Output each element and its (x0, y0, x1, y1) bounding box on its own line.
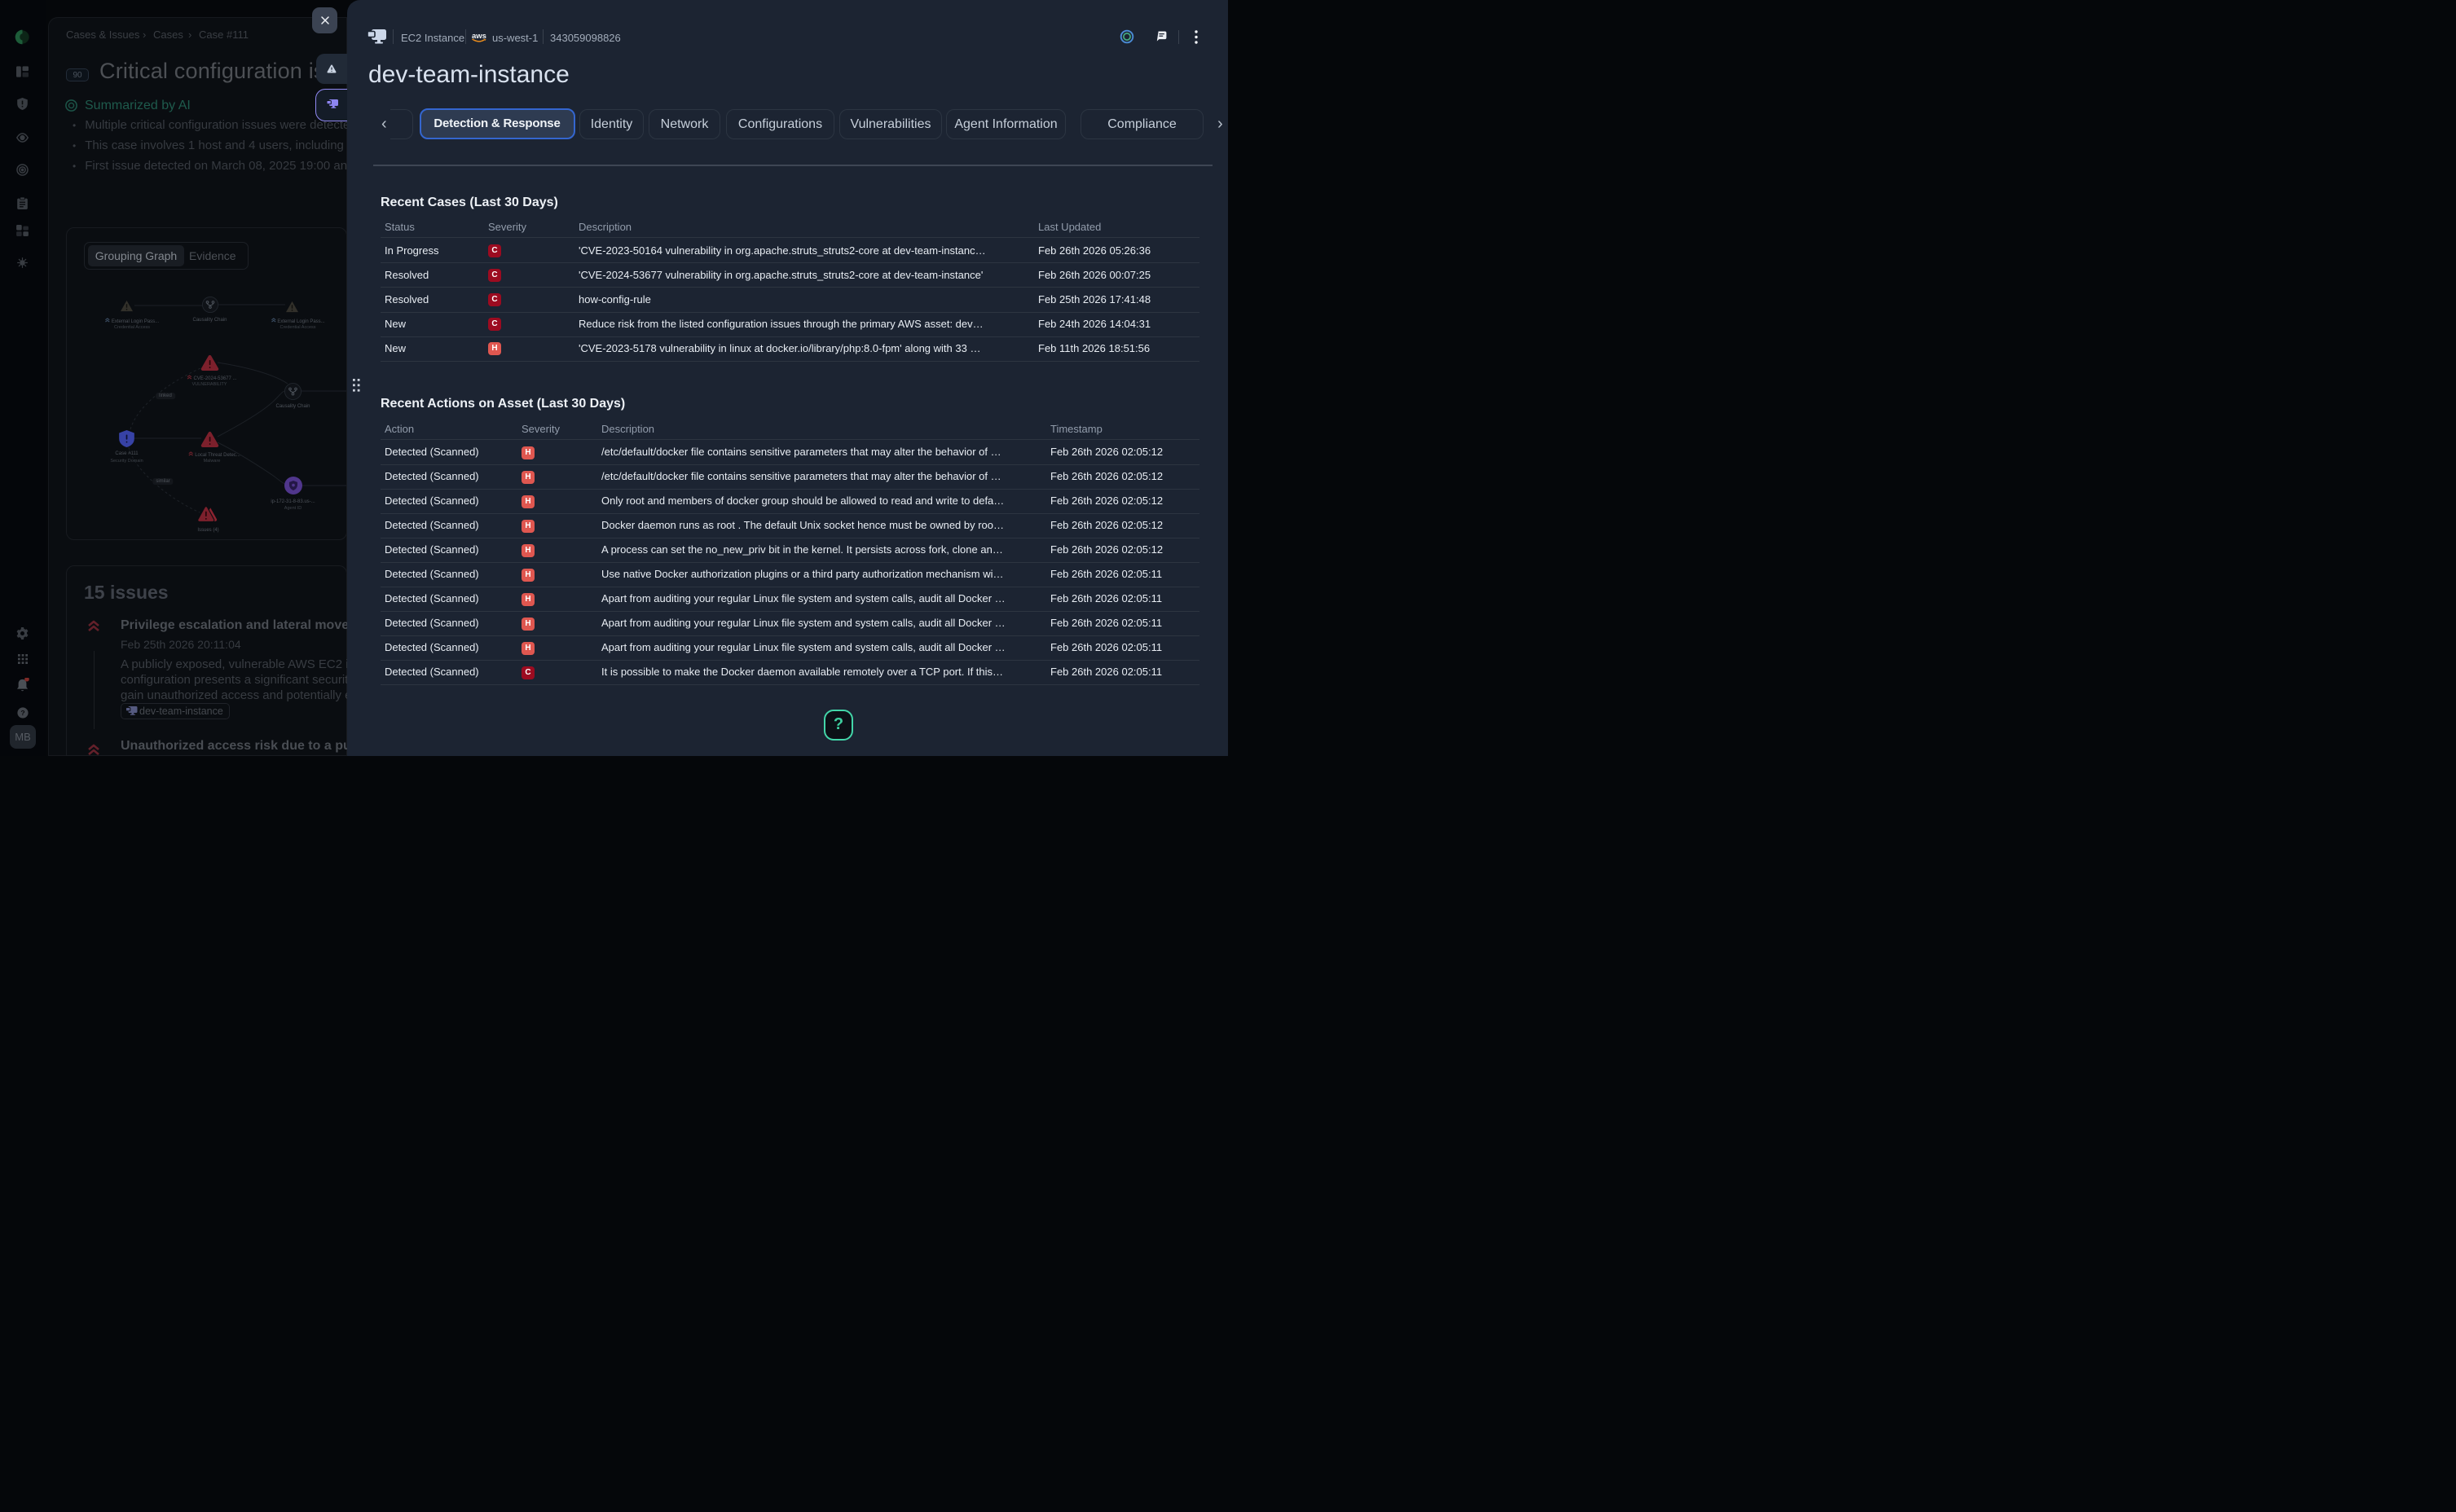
svg-text:?: ? (20, 709, 24, 717)
